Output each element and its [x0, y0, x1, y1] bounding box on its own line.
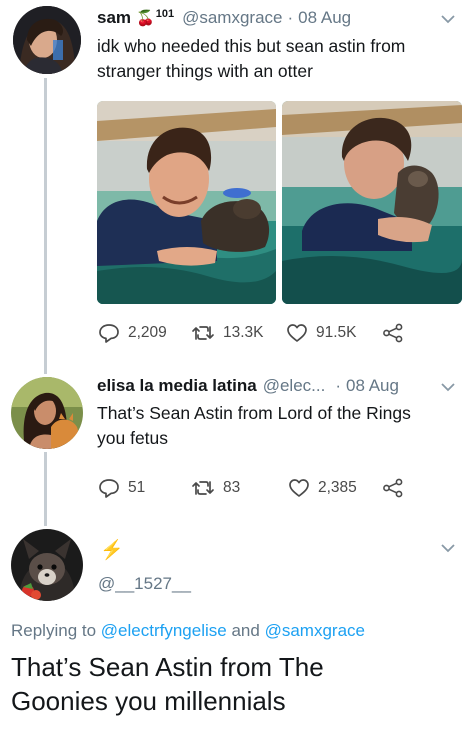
like-button[interactable]: 91.5K: [286, 323, 357, 343]
avatar-elisa[interactable]: [11, 377, 83, 449]
handle[interactable]: @samxgrace: [182, 8, 282, 28]
retweet-button[interactable]: 13.3K: [191, 323, 264, 343]
replying-and: and: [231, 621, 260, 640]
tweet-photo-left[interactable]: [97, 101, 276, 304]
lightning-emoji: ⚡: [100, 540, 124, 561]
tweet2-header: elisa la media latina @elec... · 08 Aug: [97, 376, 399, 396]
like-count: 2,385: [318, 479, 357, 496]
retweet-count: 13.3K: [223, 324, 264, 341]
share-button[interactable]: [382, 323, 412, 343]
chevron-down-icon[interactable]: [439, 13, 457, 25]
replying-user-link[interactable]: @electrfyngelise: [101, 621, 227, 640]
separator: ·: [287, 8, 294, 27]
replying-user-link[interactable]: @samxgrace: [265, 621, 365, 640]
like-button[interactable]: 2,385: [288, 478, 357, 498]
cherry-emoji: 🍒: [136, 10, 155, 27]
heart-icon: [287, 324, 307, 342]
reply-count: 51: [128, 479, 146, 496]
timestamp[interactable]: 08 Aug: [346, 376, 399, 396]
heart-icon: [289, 479, 309, 497]
retweet-icon: [192, 326, 214, 340]
chevron-down-icon[interactable]: [439, 381, 457, 393]
tweet2-text: That’s Sean Astin from Lord of the Rings…: [97, 401, 462, 451]
reply-icon: [99, 479, 119, 498]
like-count: 91.5K: [316, 324, 357, 341]
retweet-icon: [192, 481, 214, 495]
tweet1-text-line1: idk who needed this but sean astin from: [97, 36, 406, 56]
reply-icon: [99, 324, 119, 343]
tweet-photo-right[interactable]: [282, 101, 462, 304]
avatar-sam[interactable]: [13, 6, 81, 74]
replying-prefix: Replying to: [11, 621, 97, 640]
separator: ·: [335, 376, 341, 395]
tweet3-text: That’s Sean Astin from The Goonies you m…: [11, 650, 324, 718]
tweet2-text-line1: That’s Sean Astin from Lord of the Rings: [97, 403, 411, 423]
tweet1-header: sam 🍒 101 @samxgrace · 08 Aug: [97, 8, 351, 28]
handle[interactable]: @__1527__: [98, 574, 191, 594]
tweet1-text: idk who needed this but sean astin from …: [97, 34, 462, 84]
avatar-1527[interactable]: [11, 529, 83, 601]
badge-number: 101: [155, 8, 175, 20]
timestamp[interactable]: 08 Aug: [298, 8, 351, 28]
thread-line: [44, 78, 47, 374]
handle[interactable]: @elec...: [263, 376, 326, 396]
tweet2-text-line2: you fetus: [97, 428, 169, 448]
reply-button[interactable]: 51: [98, 478, 145, 498]
tweet1-text-line2: stranger things with an otter: [97, 61, 313, 81]
chevron-down-icon[interactable]: [439, 542, 457, 554]
display-name[interactable]: sam: [97, 8, 131, 28]
share-icon: [383, 478, 403, 498]
retweet-count: 83: [223, 479, 241, 496]
tweet3-text-line1: That’s Sean Astin from The: [11, 652, 324, 682]
retweet-button[interactable]: 83: [191, 478, 240, 498]
display-name[interactable]: elisa la media latina: [97, 376, 257, 396]
share-icon: [383, 323, 403, 343]
tweet3-text-line2: Goonies you millennials: [11, 686, 286, 716]
share-button[interactable]: [382, 478, 412, 498]
replying-to: Replying to @electrfyngelise and @samxgr…: [11, 621, 365, 641]
reply-button[interactable]: 2,209: [98, 323, 167, 343]
thread-line-2: [44, 452, 47, 526]
reply-count: 2,209: [128, 324, 167, 341]
